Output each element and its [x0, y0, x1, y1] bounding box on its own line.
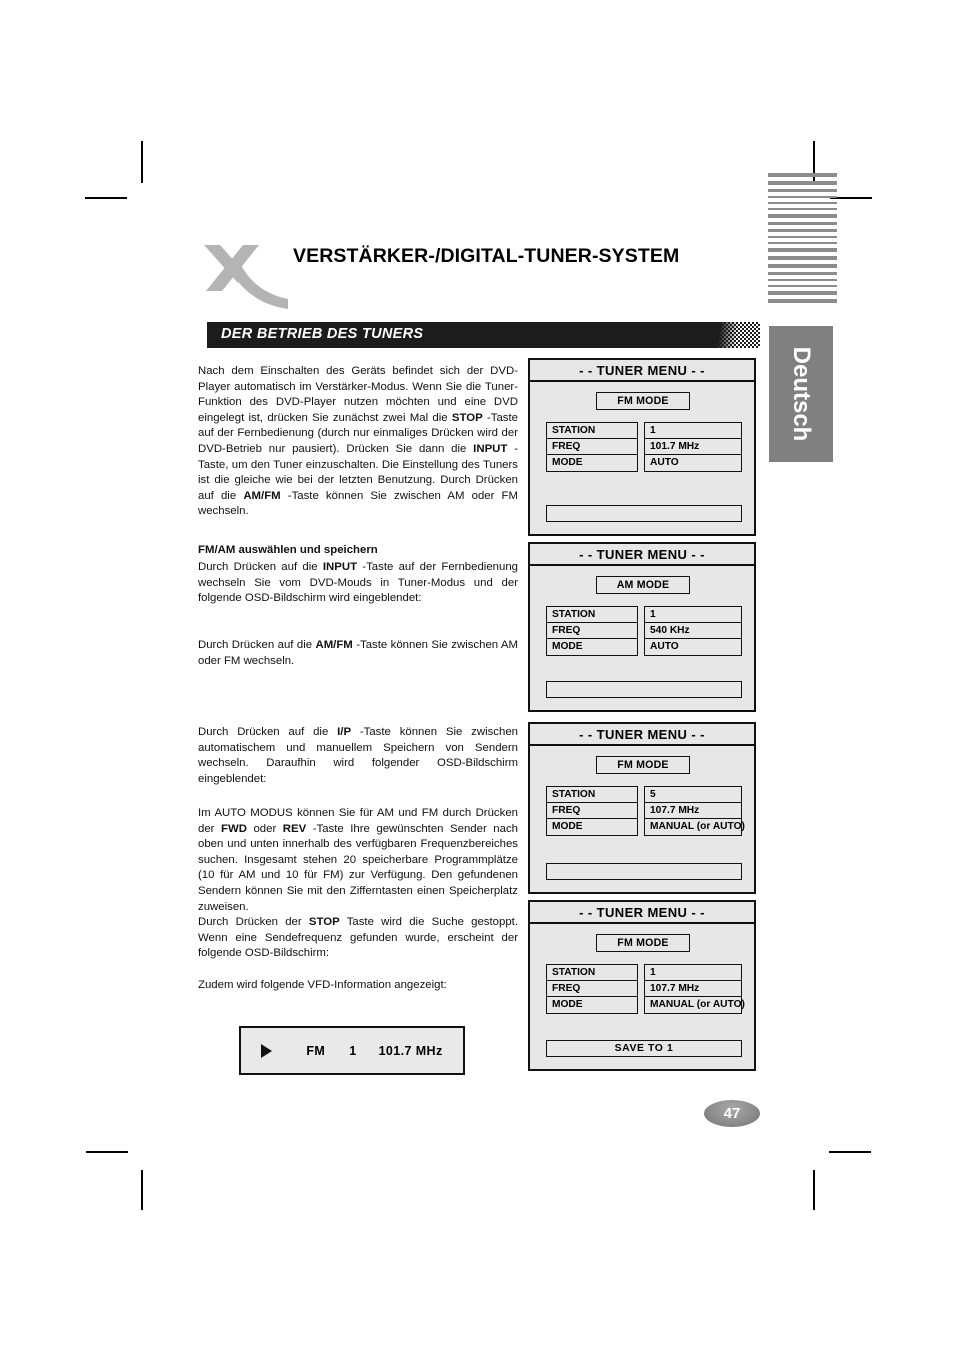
osd-value-column: 1 107.7 MHz MANUAL (or AUTO)	[644, 964, 745, 1014]
play-triangle-icon	[261, 1043, 273, 1058]
page-title: VERSTÄRKER-/DIGITAL-TUNER-SYSTEM	[293, 245, 680, 267]
osd-tuner-menu-2: - - TUNER MENU - - AM MODE STATION FREQ MODE…	[528, 542, 756, 712]
language-tab-deutsch: Deutsch	[769, 326, 833, 462]
subheading-fm-am-label: FM/AM auswählen und speichern	[198, 544, 378, 556]
osd-row-label: STATION	[547, 965, 637, 981]
vfd-band-label: FM	[306, 1043, 326, 1058]
osd-row-value: AUTO	[650, 457, 679, 468]
section-heading-label: DER BETRIEB DES TUNERS	[221, 326, 424, 342]
osd-row-label: MODE	[552, 999, 583, 1010]
osd-row-label: FREQ	[547, 623, 637, 639]
osd-row-value: MANUAL (or AUTO)	[650, 821, 745, 832]
paragraph-auto-modus: Im AUTO MODUS können Sie für AM und FM d…	[198, 807, 518, 913]
paragraph-vfd-info: Zudem wird folgende VFD-Information ange…	[198, 979, 447, 991]
osd-tuner-menu-1: - - TUNER MENU - - FM MODE STATION FREQ MODE…	[528, 358, 756, 536]
osd-label-column: STATION FREQ MODE	[546, 964, 638, 1014]
osd-row-label: FREQ	[547, 439, 637, 455]
osd-mode-badge: FM MODE	[596, 934, 690, 952]
osd-status-bar: SAVE TO 1	[546, 1040, 742, 1057]
subheading-fm-am: FM/AM auswählen und speichern	[198, 543, 518, 559]
paragraph-ip-button: Durch Drücken auf die I/P -Taste können …	[198, 726, 519, 785]
osd-row-label: STATION	[547, 787, 637, 803]
osd-title: - - TUNER MENU - -	[530, 360, 754, 382]
paragraph-stop-search: Durch Drücken der STOP Taste wird die Su…	[198, 916, 518, 960]
vfd-frequency: 101.7 MHz	[378, 1043, 443, 1058]
osd-row-value: 1	[645, 607, 741, 623]
osd-row-value: 107.7 MHz	[645, 803, 741, 819]
osd-label-column: STATION FREQ MODE	[546, 606, 638, 656]
osd-tuner-menu-3: - - TUNER MENU - - FM MODE STATION FREQ MODE…	[528, 722, 756, 894]
osd-tuner-menu-4: - - TUNER MENU - - FM MODE STATION FREQ MODE…	[528, 900, 756, 1071]
osd-value-column: 5 107.7 MHz MANUAL (or AUTO)	[644, 786, 745, 836]
osd-parameter-table: STATION FREQ MODE 5 107.7 MHz MANUAL (or AUTO…	[546, 786, 745, 836]
osd-row-value: 5	[645, 787, 741, 803]
osd-status-bar	[546, 681, 742, 698]
paragraph-intro: Nach dem Einschalten des Geräts befindet…	[198, 365, 518, 518]
osd-mode-badge: AM MODE	[596, 576, 690, 594]
osd-title: - - TUNER MENU - -	[530, 724, 754, 746]
osd-row-value: AUTO	[650, 641, 679, 652]
osd-value-column: 1 540 KHz AUTO	[644, 606, 742, 656]
osd-label-column: STATION FREQ MODE	[546, 422, 638, 472]
page-number-badge: 47	[704, 1100, 760, 1127]
osd-title: - - TUNER MENU - -	[530, 544, 754, 566]
osd-parameter-table: STATION FREQ MODE 1 107.7 MHz MANUAL (or AUTO…	[546, 964, 745, 1014]
osd-row-value: MANUAL (or AUTO)	[650, 999, 745, 1010]
osd-value-column: 1 101.7 MHz AUTO	[644, 422, 742, 472]
osd-parameter-table: STATION FREQ MODE 1 540 KHz AUTO	[546, 606, 742, 656]
brand-x-logo-icon	[198, 243, 290, 315]
paragraph-fmam-input: Durch Drücken auf die INPUT -Taste auf d…	[198, 561, 519, 605]
language-tab-label: Deutsch	[788, 346, 815, 442]
osd-mode-badge: FM MODE	[596, 756, 690, 774]
osd-row-label: MODE	[552, 821, 583, 832]
osd-title: - - TUNER MENU - -	[530, 902, 754, 924]
paragraph-fmam-switch: Durch Drücken auf die AM/FM -Taste könne…	[198, 639, 518, 667]
osd-row-label: FREQ	[547, 803, 637, 819]
osd-row-label: FREQ	[547, 981, 637, 997]
osd-row-value: 101.7 MHz	[645, 439, 741, 455]
osd-row-value: 107.7 MHz	[645, 981, 741, 997]
osd-row-label: MODE	[552, 457, 583, 468]
osd-row-value: 540 KHz	[645, 623, 741, 639]
osd-label-column: STATION FREQ MODE	[546, 786, 638, 836]
vfd-display-panel: FM 1 101.7 MHz	[239, 1026, 465, 1075]
osd-row-label: STATION	[547, 607, 637, 623]
osd-row-label: STATION	[547, 423, 637, 439]
halftone-gradient-decoration	[714, 322, 760, 348]
page-canvas: VERSTÄRKER-/DIGITAL-TUNER-SYSTEM DER BET…	[0, 0, 954, 1350]
osd-row-value: 1	[645, 423, 741, 439]
osd-status-bar	[546, 863, 742, 880]
osd-mode-badge: FM MODE	[596, 392, 690, 410]
osd-row-label: MODE	[552, 641, 583, 652]
section-heading-bar: DER BETRIEB DES TUNERS	[207, 322, 760, 348]
osd-status-bar	[546, 505, 742, 522]
osd-parameter-table: STATION FREQ MODE 1 101.7 MHz AUTO	[546, 422, 742, 472]
vfd-station-number: 1	[349, 1043, 357, 1058]
osd-row-value: 1	[645, 965, 741, 981]
